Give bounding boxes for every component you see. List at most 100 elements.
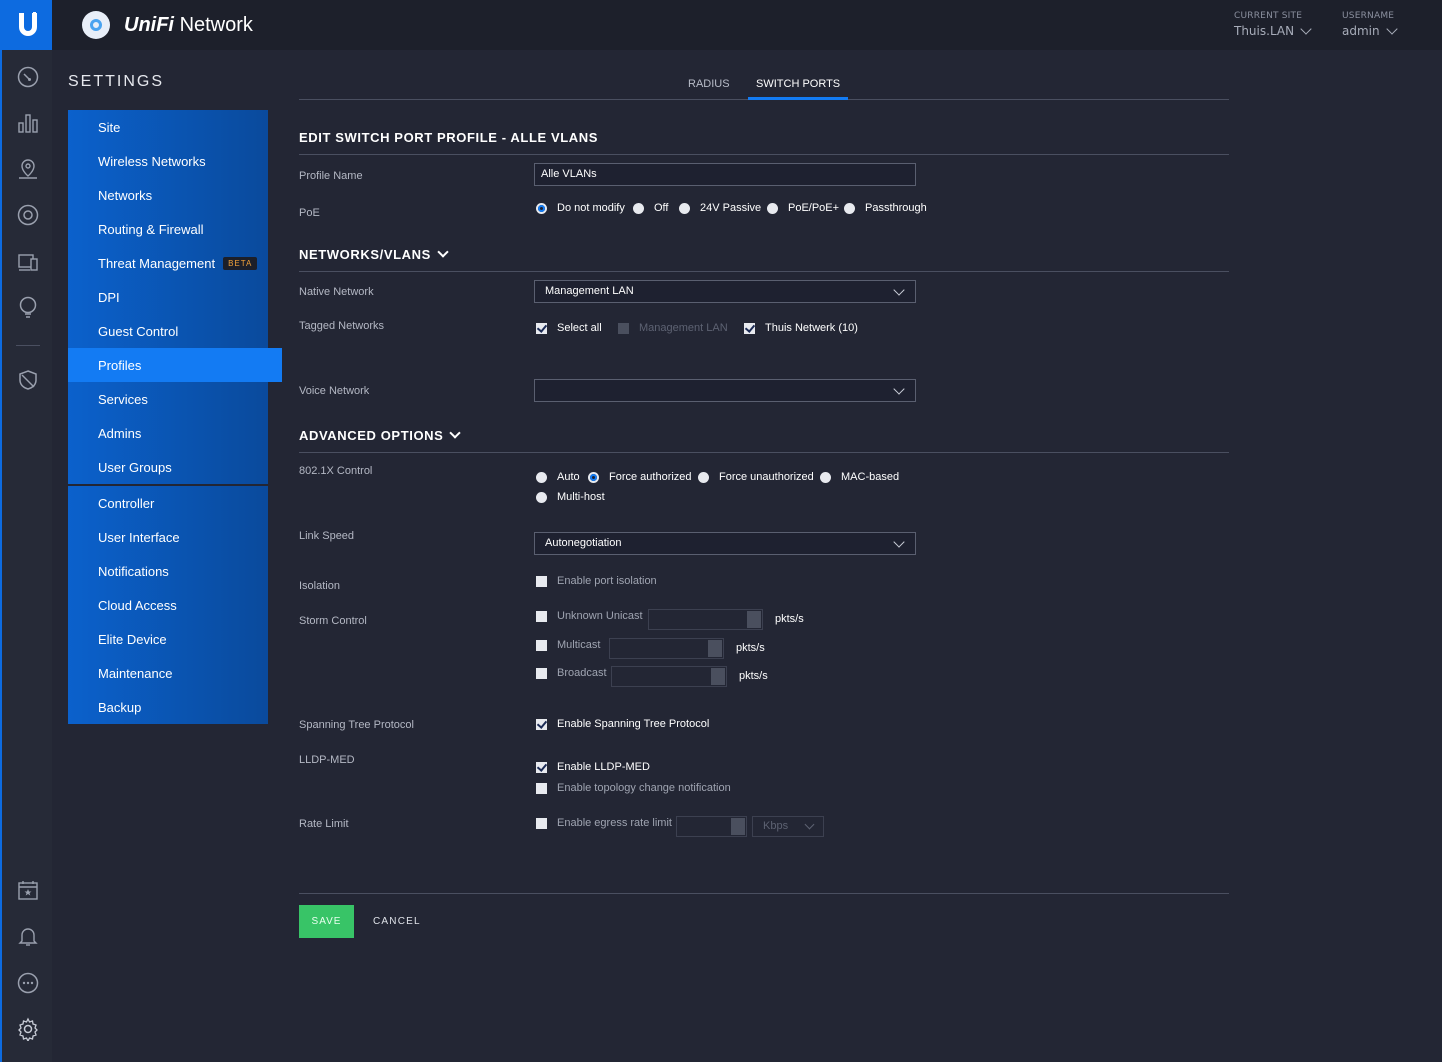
- checkbox-checked[interactable]: [744, 322, 755, 334]
- checkbox[interactable]: [536, 639, 547, 651]
- storm-broadcast-checkbox[interactable]: Broadcast: [536, 667, 607, 679]
- radio[interactable]: [536, 491, 547, 503]
- lldp-med-checkbox[interactable]: Enable LLDP-MED: [536, 761, 650, 773]
- dot1x-option-force-authorized[interactable]: Force authorized: [588, 471, 692, 483]
- chat-icon[interactable]: [16, 971, 40, 995]
- checkbox[interactable]: [536, 575, 547, 587]
- radio[interactable]: [633, 202, 644, 214]
- menu-item-services[interactable]: Services: [68, 382, 268, 416]
- username-label: USERNAME: [1342, 11, 1395, 21]
- devices-icon[interactable]: [16, 203, 40, 227]
- rate-limit-input[interactable]: [676, 816, 747, 837]
- dot1x-option-multi-host[interactable]: Multi-host: [536, 491, 605, 503]
- networks-vlans-toggle[interactable]: NETWORKS/VLANS: [299, 246, 449, 262]
- alerts-icon[interactable]: [16, 924, 40, 948]
- storm-multicast-checkbox[interactable]: Multicast: [536, 639, 600, 651]
- radio-selected[interactable]: [536, 202, 547, 214]
- rail-divider: [16, 345, 40, 346]
- dot1x-option-mac-based[interactable]: MAC-based: [820, 471, 899, 483]
- menu-item-user-interface[interactable]: User Interface: [68, 520, 268, 554]
- stepper-icon[interactable]: [731, 818, 745, 835]
- dashboard-icon[interactable]: [16, 65, 40, 89]
- menu-item-admins[interactable]: Admins: [68, 416, 268, 450]
- checkbox-checked[interactable]: [536, 322, 547, 334]
- insights-icon[interactable]: [16, 295, 40, 319]
- menu-item-networks[interactable]: Networks: [68, 178, 268, 212]
- lldp-topology-checkbox[interactable]: Enable topology change notification: [536, 782, 731, 794]
- stepper-icon[interactable]: [711, 668, 725, 685]
- username-selector[interactable]: USERNAME admin: [1342, 11, 1398, 38]
- checkbox[interactable]: [536, 667, 547, 679]
- storm-unknown-unicast-checkbox[interactable]: Unknown Unicast: [536, 610, 643, 622]
- current-site-selector[interactable]: CURRENT SITE Thuis.LAN: [1234, 11, 1312, 38]
- checkbox[interactable]: [536, 817, 547, 829]
- menu-item-routing-firewall[interactable]: Routing & Firewall: [68, 212, 268, 246]
- radio[interactable]: [767, 202, 778, 214]
- statistics-icon[interactable]: [16, 111, 40, 135]
- poe-option-off[interactable]: Off: [633, 202, 668, 214]
- chevron-down-icon: [1300, 23, 1312, 35]
- map-icon[interactable]: [16, 157, 40, 181]
- menu-item-profiles[interactable]: Profiles: [68, 348, 282, 382]
- menu-item-controller[interactable]: Controller: [68, 486, 268, 520]
- chevron-down-icon: [449, 427, 462, 439]
- tagged-thuis-netwerk[interactable]: Thuis Netwerk (10): [744, 322, 858, 334]
- poe-option-poe[interactable]: PoE/PoE+: [767, 202, 839, 214]
- tab-radius[interactable]: RADIUS: [688, 78, 730, 100]
- menu-item-notifications[interactable]: Notifications: [68, 554, 268, 588]
- stepper-icon[interactable]: [747, 611, 761, 628]
- menu-item-backup[interactable]: Backup: [68, 690, 268, 724]
- native-network-select[interactable]: Management LAN: [534, 280, 916, 303]
- dot1x-option-force-unauthorized[interactable]: Force unauthorized: [698, 471, 814, 483]
- checkbox[interactable]: [536, 610, 547, 622]
- radio[interactable]: [820, 471, 831, 483]
- menu-item-guest-control[interactable]: Guest Control: [68, 314, 268, 348]
- stepper-icon[interactable]: [708, 640, 722, 657]
- menu-item-elite-device[interactable]: Elite Device: [68, 622, 268, 656]
- radio[interactable]: [844, 202, 855, 214]
- radio[interactable]: [536, 471, 547, 483]
- radio[interactable]: [679, 202, 690, 214]
- settings-icon[interactable]: [16, 1017, 40, 1043]
- menu-item-maintenance[interactable]: Maintenance: [68, 656, 268, 690]
- checkbox-checked[interactable]: [536, 761, 547, 773]
- broadcast-input[interactable]: [611, 666, 727, 687]
- voice-network-select[interactable]: [534, 379, 916, 402]
- dot1x-option-auto[interactable]: Auto: [536, 471, 580, 483]
- checkbox-label: Enable Spanning Tree Protocol: [557, 718, 710, 730]
- cancel-button[interactable]: CANCEL: [373, 916, 421, 927]
- menu-item-cloud-access[interactable]: Cloud Access: [68, 588, 268, 622]
- tagged-select-all[interactable]: Select all: [536, 322, 602, 334]
- menu-item-dpi[interactable]: DPI: [68, 280, 268, 314]
- events-icon[interactable]: [16, 878, 40, 902]
- shield-icon[interactable]: [16, 368, 40, 392]
- advanced-options-toggle[interactable]: ADVANCED OPTIONS: [299, 427, 462, 443]
- section-divider: [299, 271, 1229, 272]
- checkbox-checked[interactable]: [536, 718, 547, 730]
- rate-limit-checkbox[interactable]: Enable egress rate limit: [536, 817, 672, 829]
- rate-unit-select[interactable]: Kbps: [752, 816, 824, 837]
- checkbox[interactable]: [536, 782, 547, 794]
- save-button[interactable]: SAVE: [299, 905, 354, 938]
- profile-name-input[interactable]: Alle VLANs: [534, 163, 916, 186]
- menu-item-wireless-networks[interactable]: Wireless Networks: [68, 144, 268, 178]
- poe-option-do-not-modify[interactable]: Do not modify: [536, 202, 625, 214]
- unknown-unicast-input[interactable]: [648, 609, 763, 630]
- poe-option-passthrough[interactable]: Passthrough: [844, 202, 927, 214]
- clients-icon[interactable]: [16, 250, 40, 274]
- rate-limit-label: Rate Limit: [299, 818, 349, 830]
- radio-selected[interactable]: [588, 471, 599, 483]
- menu-item-site[interactable]: Site: [68, 110, 268, 144]
- menu-item-threat-management[interactable]: Threat Management BETA: [68, 246, 268, 280]
- multicast-input[interactable]: [609, 638, 724, 659]
- poe-option-24v-passive[interactable]: 24V Passive: [679, 202, 761, 214]
- tab-switch-ports[interactable]: SWITCH PORTS: [748, 78, 849, 100]
- link-speed-select[interactable]: Autonegotiation: [534, 532, 916, 555]
- stp-checkbox[interactable]: Enable Spanning Tree Protocol: [536, 718, 709, 730]
- menu-item-user-groups[interactable]: User Groups: [68, 450, 268, 484]
- radio[interactable]: [698, 471, 709, 483]
- isolation-checkbox[interactable]: Enable port isolation: [536, 575, 657, 587]
- app-brand[interactable]: UniFi Network: [82, 11, 253, 39]
- ubiquiti-logo-icon[interactable]: [2, 0, 54, 50]
- radio-label: Force unauthorized: [719, 471, 814, 483]
